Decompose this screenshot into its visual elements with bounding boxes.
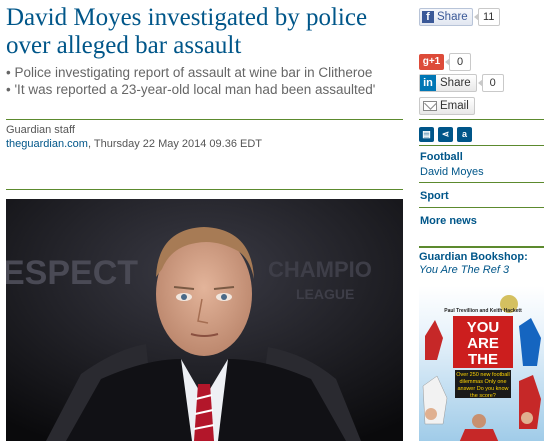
byline: Guardian staff theguardian.com, Thursday… [6,123,262,151]
sidebar-item-david-moyes[interactable]: David Moyes [420,165,484,179]
divider [419,207,544,208]
photo-bg-text: LEAGUE [296,286,354,302]
article-photo: ESPECT CHAMPIO LEAGUE [6,199,403,441]
linkedin-share-label: Share [440,77,471,89]
divider [419,119,544,120]
facebook-share-count: 11 [473,8,500,26]
publication-link[interactable]: theguardian.com [6,138,88,150]
article-tools: ▤ ⋖ a [419,127,472,142]
linkedin-share: in Share 0 [419,74,504,92]
photo-illustration: ESPECT CHAMPIO LEAGUE [6,199,403,441]
bookshop-book-title[interactable]: You Are The Ref 3 [419,264,544,276]
bookshop-title: Guardian Bookshop: [419,251,528,263]
book-cover-authors: Paul Trevillion and Keith Hackett [444,308,522,314]
email-share: Email [419,97,475,115]
envelope-icon [423,101,437,111]
article-header: David Moyes investigated by police over … [6,0,406,98]
divider [419,145,544,146]
linkedin-icon: in [420,75,436,91]
book-cover-tagline: Over 250 new football dilemmas Only one … [455,370,511,399]
divider [419,182,544,183]
standfirst-list: Police investigating report of assault a… [6,64,406,98]
photo-bg-text: CHAMPIO [268,257,372,282]
author-name: Guardian staff [6,124,75,136]
bookshop-promo[interactable]: Guardian Bookshop: You Are The Ref 3 Pau… [419,246,544,441]
print-icon[interactable]: ▤ [419,127,434,142]
facebook-share: f Share 11 [419,8,500,26]
book-cover-title: YOU ARE THE REF [453,316,513,384]
article-headline: David Moyes investigated by police over … [6,4,368,59]
publication-line: theguardian.com, Thursday 22 May 2014 09… [6,137,262,151]
dateline: , Thursday 22 May 2014 09.36 EDT [87,138,263,150]
font-size-icon[interactable]: a [457,127,472,142]
share-icon[interactable]: ⋖ [438,127,453,142]
facebook-share-label: Share [437,11,468,23]
standfirst-item: Police investigating report of assault a… [6,64,406,81]
linkedin-share-count: 0 [477,74,504,92]
sidebar-section-football[interactable]: Football [420,150,463,164]
gplus-share: g+1 0 [419,53,471,71]
email-share-button[interactable]: Email [419,97,475,115]
sidebar-section-more-news[interactable]: More news [420,214,477,228]
facebook-share-button[interactable]: f Share [419,8,473,26]
photo-bg-text: ESPECT [6,254,138,292]
sidebar-section-sport[interactable]: Sport [420,189,449,203]
email-share-label: Email [440,100,469,112]
divider [6,119,403,120]
standfirst-item: 'It was reported a 23-year-old local man… [6,81,406,98]
gplus-button[interactable]: g+1 [419,54,444,70]
book-cover-image[interactable]: Paul Trevillion and Keith Hackett YOU AR… [419,286,544,441]
linkedin-share-button[interactable]: in Share [419,74,477,92]
facebook-icon: f [422,11,434,23]
gplus-count: 0 [445,53,471,71]
divider [6,189,403,190]
